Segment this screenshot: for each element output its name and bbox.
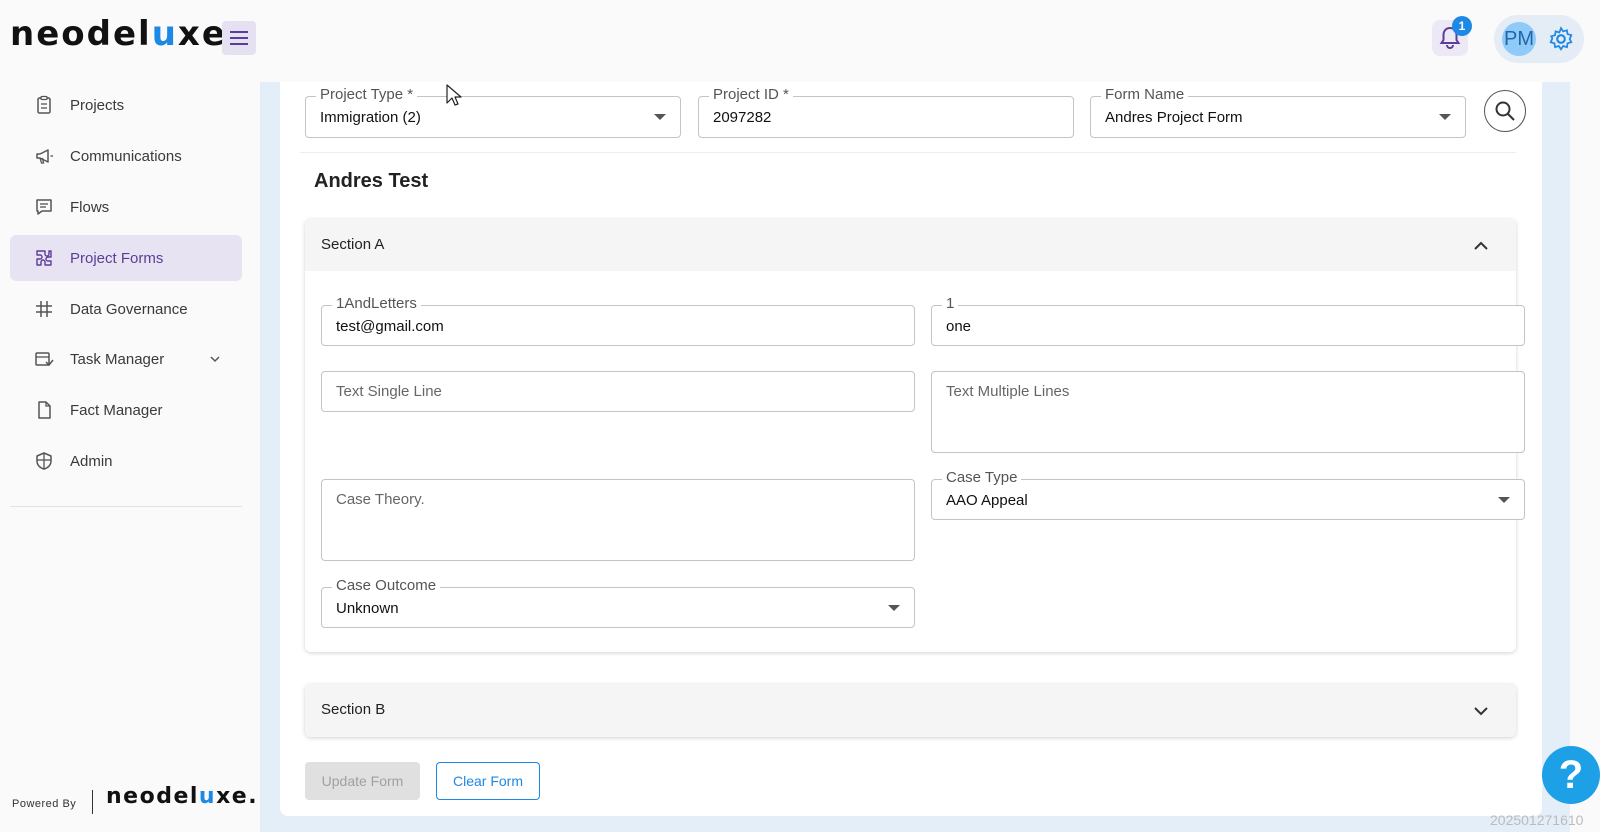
clear-form-button[interactable]: Clear Form	[436, 762, 540, 800]
gear-icon[interactable]	[1548, 26, 1574, 52]
project-type-select[interactable]: Project Type * Immigration (2)	[305, 86, 681, 138]
and-letters-field[interactable]: 1AndLetters test@gmail.com	[321, 295, 915, 346]
task-icon	[35, 352, 54, 367]
field-value: AAO Appeal	[946, 492, 1028, 509]
one-field[interactable]: 1 one	[931, 295, 1525, 346]
grid-icon	[36, 301, 52, 317]
field-value: Immigration (2)	[320, 109, 421, 126]
powered-by-divider	[92, 790, 93, 814]
brand-logo[interactable]: neodeluxeTM	[10, 14, 239, 54]
text-multiple-lines-field[interactable]: Text Multiple Lines	[931, 371, 1525, 453]
puzzle-icon	[36, 250, 52, 266]
dropdown-caret-icon	[1498, 497, 1510, 503]
sidebar-item-label: Admin	[70, 452, 113, 470]
sidebar-item-label: Communications	[70, 147, 182, 165]
mouse-cursor-icon	[446, 84, 462, 106]
field-label: 1	[942, 295, 959, 313]
sidebar-item-fact-manager[interactable]: Fact Manager	[10, 387, 242, 433]
field-label: Form Name	[1101, 86, 1189, 104]
field-placeholder: Text Multiple Lines	[946, 383, 1070, 400]
notification-count-badge: 1	[1452, 16, 1472, 36]
project-id-field[interactable]: Project ID * 2097282	[698, 86, 1074, 138]
sidebar-item-task-manager[interactable]: Task Manager	[10, 336, 242, 382]
hamburger-icon	[230, 31, 248, 45]
sidebar-item-flows[interactable]: Flows	[10, 184, 242, 230]
chat-icon	[36, 199, 52, 215]
dropdown-caret-icon	[654, 114, 666, 120]
sidebar-divider	[10, 506, 242, 507]
megaphone-icon	[36, 149, 53, 164]
case-type-select[interactable]: Case Type AAO Appeal	[931, 469, 1525, 520]
powered-by-label: Powered By	[12, 798, 77, 810]
field-label: Case Type	[942, 469, 1022, 487]
version-label: 202501271610	[1490, 812, 1584, 828]
field-value: Andres Project Form	[1105, 109, 1243, 126]
update-form-button[interactable]: Update Form	[305, 762, 420, 800]
field-value: test@gmail.com	[336, 318, 444, 335]
sidebar-item-label: Data Governance	[70, 300, 188, 318]
section-title: Section B	[321, 701, 386, 718]
sidebar: Projects Communications Flows Project Fo…	[0, 82, 260, 832]
section-b: Section B	[305, 684, 1516, 737]
avatar[interactable]: PM	[1502, 22, 1536, 56]
field-value: 2097282	[713, 109, 772, 126]
shield-icon	[36, 452, 52, 470]
sidebar-item-projects[interactable]: Projects	[10, 82, 242, 128]
sidebar-item-label: Project Forms	[70, 249, 164, 267]
sidebar-item-label: Projects	[70, 96, 125, 114]
section-title: Section A	[321, 236, 385, 253]
clipboard-icon	[37, 95, 51, 114]
field-placeholder: Case Theory.	[336, 491, 425, 508]
chevron-up-icon[interactable]	[1472, 237, 1490, 255]
field-label: Case Outcome	[332, 577, 441, 595]
text-single-line-field[interactable]: Text Single Line	[321, 371, 915, 412]
sidebar-item-label: Task Manager	[70, 350, 165, 368]
section-b-header[interactable]: Section B	[305, 684, 1516, 737]
sidebar-item-admin[interactable]: Admin	[10, 438, 242, 484]
field-label: Project Type *	[316, 86, 418, 104]
chevron-down-icon[interactable]	[208, 352, 222, 366]
case-theory-field[interactable]: Case Theory.	[321, 479, 915, 561]
filters-divider	[300, 152, 1516, 153]
form-title: Andres Test	[314, 170, 429, 192]
search-icon	[1495, 101, 1515, 121]
field-label: 1AndLetters	[332, 295, 421, 313]
dropdown-caret-icon	[1439, 114, 1451, 120]
chevron-down-icon[interactable]	[1472, 702, 1490, 720]
sidebar-item-label: Flows	[70, 198, 110, 216]
help-button[interactable]: ?	[1542, 746, 1600, 804]
case-outcome-select[interactable]: Case Outcome Unknown	[321, 577, 915, 628]
menu-toggle-button[interactable]	[222, 21, 256, 55]
sidebar-item-label: Fact Manager	[70, 401, 163, 419]
dropdown-caret-icon	[888, 605, 900, 611]
field-label: Project ID *	[709, 86, 793, 104]
file-icon	[38, 401, 51, 419]
top-header: neodeluxeTM 1 PM	[0, 0, 1600, 82]
sidebar-item-project-forms[interactable]: Project Forms	[10, 235, 242, 281]
sidebar-item-data-governance[interactable]: Data Governance	[10, 286, 242, 332]
field-value: Unknown	[336, 600, 399, 617]
search-button[interactable]	[1484, 90, 1526, 132]
field-placeholder: Text Single Line	[336, 383, 442, 400]
field-value: one	[946, 318, 972, 335]
section-a-header[interactable]: Section A	[305, 219, 1516, 271]
form-name-select[interactable]: Form Name Andres Project Form	[1090, 86, 1466, 138]
footer-brand-logo: neodeluxe.	[106, 784, 259, 809]
sidebar-item-communications[interactable]: Communications	[10, 133, 242, 179]
